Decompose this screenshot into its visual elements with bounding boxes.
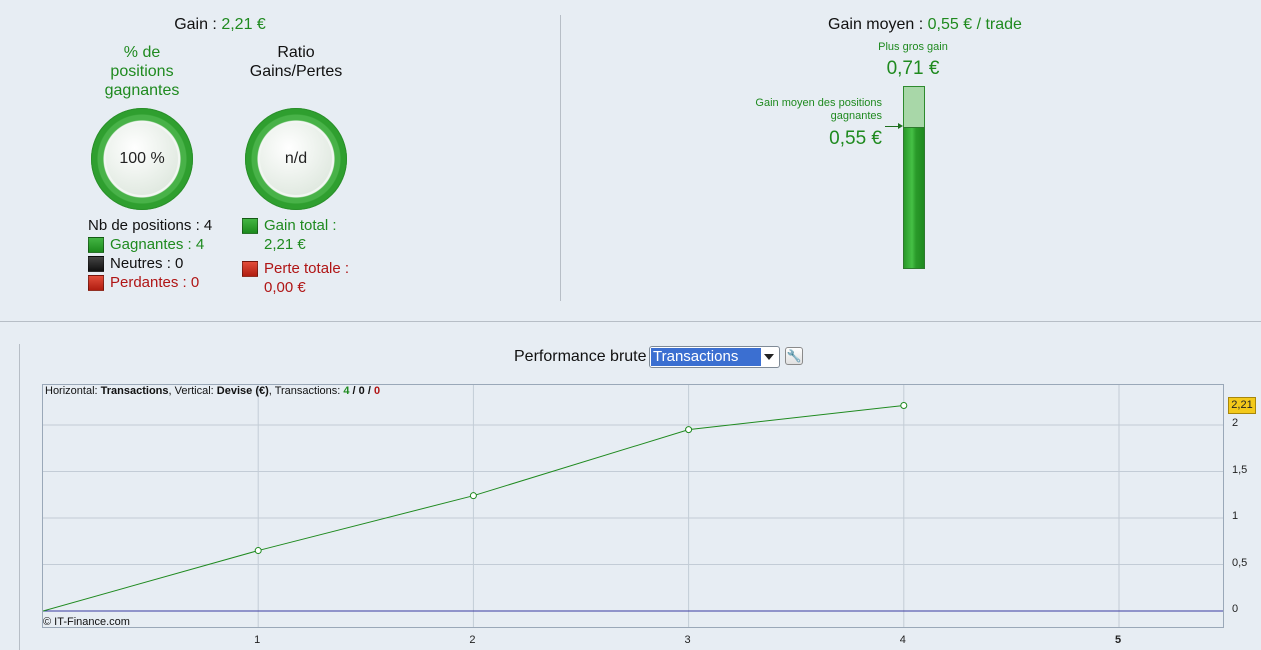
chart-svg bbox=[43, 385, 1223, 627]
plus-gros-gain-value: 0,71 € bbox=[886, 58, 940, 79]
arrow-icon bbox=[885, 123, 903, 129]
ratio-gauge: n/d bbox=[245, 108, 347, 210]
panel-divider bbox=[560, 15, 561, 301]
winning-count: Gagnantes : 4 bbox=[110, 236, 205, 253]
info-prefix: Horizontal: bbox=[45, 385, 101, 397]
wrench-icon[interactable]: 🔧 bbox=[785, 347, 803, 365]
x-tick-label: 1 bbox=[254, 634, 261, 646]
data-point bbox=[685, 426, 693, 434]
info-mid: , Vertical: bbox=[168, 385, 217, 397]
info-loss: 0 bbox=[373, 385, 381, 397]
x-tick-label: 3 bbox=[684, 634, 691, 646]
losing-count: Perdantes : 0 bbox=[110, 274, 200, 291]
ratio-title: Ratio Gains/Pertes bbox=[249, 44, 343, 80]
view-select[interactable]: Transactions bbox=[649, 346, 780, 368]
losing-color-swatch bbox=[88, 275, 104, 291]
gain-moyen-value: 0,55 € / trade bbox=[927, 16, 1022, 33]
gain-total-value: 2,21 € bbox=[264, 236, 306, 253]
perte-totale-swatch bbox=[242, 261, 258, 277]
section-divider bbox=[0, 321, 1261, 322]
max-gain-bar bbox=[903, 86, 925, 128]
info-tx: , Transactions: bbox=[268, 385, 344, 397]
neutral-color-swatch bbox=[88, 256, 104, 272]
y-tick-label: 1,5 bbox=[1232, 463, 1248, 476]
perte-totale-label: Perte totale : bbox=[264, 260, 350, 277]
y-tick-label: 2 bbox=[1232, 417, 1239, 429]
info-sep1: / bbox=[349, 385, 359, 397]
x-tick-label: 2 bbox=[469, 634, 476, 646]
data-point bbox=[900, 401, 908, 409]
gain-total-label: Gain total : bbox=[264, 217, 337, 234]
pct-winning-value: 100 % bbox=[106, 123, 178, 195]
nb-positions: Nb de positions : 4 bbox=[88, 217, 213, 234]
gain-value: 2,21 € bbox=[221, 16, 266, 33]
neutral-count: Neutres : 0 bbox=[110, 255, 184, 272]
y-tick-label: 1 bbox=[1232, 510, 1239, 522]
gain-summary: Gain : 2,21 € bbox=[140, 16, 300, 34]
chart-info: Horizontal: Transactions, Vertical: Devi… bbox=[45, 385, 380, 397]
ratio-value: n/d bbox=[260, 123, 332, 195]
perte-totale-value: 0,00 € bbox=[264, 279, 306, 296]
avg-gain-bar bbox=[903, 127, 925, 269]
chevron-down-icon[interactable] bbox=[764, 354, 774, 360]
gain-total-swatch bbox=[242, 218, 258, 234]
pct-winning-gauge: 100 % bbox=[91, 108, 193, 210]
x-tick-label: 4 bbox=[899, 634, 906, 646]
plus-gros-gain-label: Plus gros gain bbox=[878, 41, 948, 53]
chart-title: Performance brute bbox=[514, 348, 647, 365]
gain-label: Gain : bbox=[174, 16, 217, 33]
info-horizontal: Transactions bbox=[100, 385, 169, 397]
y-tick-label: 0 bbox=[1232, 603, 1239, 615]
chart-plot-area bbox=[42, 384, 1224, 628]
data-point bbox=[254, 547, 262, 555]
gain-moyen-positions-label: Gain moyen des positions gagnantes bbox=[755, 97, 882, 122]
info-sep2: / bbox=[364, 385, 374, 397]
chart-left-divider bbox=[19, 344, 20, 650]
copyright: © IT-Finance.com bbox=[43, 616, 130, 628]
last-value-badge: 2,21 bbox=[1228, 397, 1256, 414]
x-tick-label: 5 bbox=[1114, 634, 1122, 646]
pct-winning-title: % de positions gagnantes bbox=[104, 44, 180, 99]
gain-moyen-label: Gain moyen : bbox=[828, 16, 924, 33]
gain-moyen-positions-value: 0,55 € bbox=[829, 128, 882, 149]
y-tick-label: 0,5 bbox=[1232, 556, 1248, 569]
data-point bbox=[469, 492, 477, 500]
winning-color-swatch bbox=[88, 237, 104, 253]
view-select-value: Transactions bbox=[651, 348, 761, 366]
info-vertical: Devise (€) bbox=[216, 385, 269, 397]
gain-moyen-summary: Gain moyen : 0,55 € / trade bbox=[800, 16, 1050, 34]
